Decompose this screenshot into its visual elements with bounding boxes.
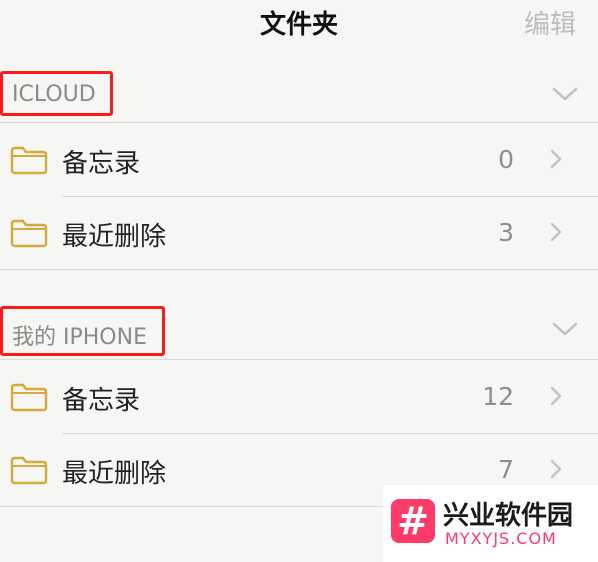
chevron-right-icon [550, 386, 562, 406]
note-count: 3 [498, 218, 514, 247]
watermark: # 兴业软件园 MYXYJS.COM [383, 485, 598, 562]
section-header-icloud[interactable]: ICLOUD [0, 70, 598, 120]
note-count: 12 [482, 382, 514, 411]
section-title: ICLOUD [12, 82, 96, 107]
folder-row[interactable]: 最近删除 3 [0, 196, 598, 269]
chevron-down-icon[interactable] [552, 321, 578, 337]
folder-name: 备忘录 [62, 386, 141, 416]
edit-button[interactable]: 编辑 [524, 4, 576, 41]
section-header-iphone[interactable]: 我的 IPHONE [0, 305, 598, 356]
chevron-right-icon [550, 459, 562, 479]
folder-icon [10, 383, 48, 412]
chevron-right-icon [550, 149, 562, 169]
note-count: 7 [498, 455, 514, 484]
folder-row[interactable]: 备忘录 12 [0, 360, 598, 433]
folder-name: 备忘录 [62, 149, 141, 179]
watermark-logo: # [391, 499, 435, 543]
chevron-down-icon[interactable] [552, 86, 578, 102]
folder-icon [10, 146, 48, 175]
folder-name: 最近删除 [62, 459, 167, 489]
folder-name: 最近删除 [62, 222, 167, 252]
folder-icon [10, 456, 48, 485]
divider [0, 269, 598, 270]
watermark-domain: MYXYJS.COM [445, 529, 557, 548]
watermark-text: 兴业软件园 [443, 501, 574, 531]
nav-bar: 文件夹 编辑 [0, 0, 598, 50]
page-title: 文件夹 [259, 10, 338, 40]
note-count: 0 [498, 145, 514, 174]
chevron-right-icon [550, 222, 562, 242]
folder-icon [10, 219, 48, 248]
section-title: 我的 IPHONE [12, 325, 147, 350]
folder-row[interactable]: 备忘录 0 [0, 123, 598, 196]
